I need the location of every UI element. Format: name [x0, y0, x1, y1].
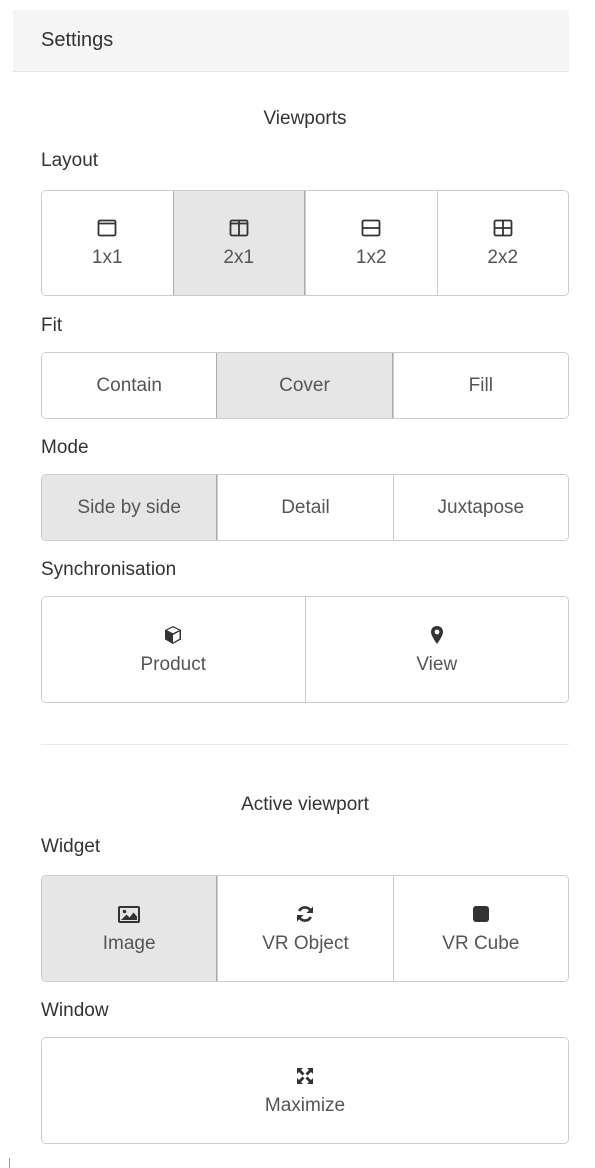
fit-label: Fit — [41, 315, 63, 336]
grid-icon — [493, 219, 513, 237]
widget-button-group: Image VR Object VR Cube — [41, 875, 569, 982]
section-divider — [41, 744, 569, 745]
mode-juxtapose-button[interactable]: Juxtapose — [392, 475, 568, 540]
mode-button-group: Side by side Detail Juxtapose — [41, 474, 569, 541]
layout-button-group: 1x1 2x1 1x2 2x2 — [41, 190, 569, 296]
widget-vr-object-label: VR Object — [262, 932, 349, 954]
single-square-icon — [97, 219, 117, 237]
widget-image-label: Image — [102, 932, 156, 954]
expand-icon — [297, 1067, 313, 1084]
sync-view-label: View — [416, 653, 458, 675]
fit-button-group: Contain Cover Fill — [41, 352, 569, 419]
square-icon — [472, 905, 489, 922]
settings-header: Settings — [13, 10, 569, 72]
image-icon — [118, 905, 141, 923]
layout-1x1-label: 1x1 — [91, 247, 123, 268]
synchronisation-label: Synchronisation — [41, 559, 177, 580]
mode-side-by-side-label: Side by side — [77, 496, 181, 518]
widget-image-button[interactable]: Image — [42, 876, 218, 981]
sync-product-button[interactable]: Product — [42, 597, 305, 702]
layout-1x2-button[interactable]: 1x2 — [305, 191, 437, 295]
cube-icon — [165, 625, 182, 644]
fit-cover-button[interactable]: Cover — [216, 353, 393, 418]
active-viewport-section-title: Active viewport — [241, 794, 369, 815]
fit-contain-button[interactable]: Contain — [42, 353, 217, 418]
window-button-group: Maximize — [41, 1037, 569, 1144]
mode-juxtapose-label: Juxtapose — [437, 496, 525, 518]
refresh-icon — [297, 905, 314, 922]
widget-vr-cube-label: VR Cube — [442, 932, 520, 954]
layout-2x1-label: 2x1 — [223, 247, 255, 268]
widget-label: Widget — [41, 836, 101, 857]
layout-1x1-button[interactable]: 1x1 — [42, 191, 173, 295]
sync-product-label: Product — [140, 653, 206, 675]
layout-2x1-button[interactable]: 2x1 — [172, 191, 305, 295]
columns-icon — [229, 219, 249, 237]
layout-1x2-label: 1x2 — [355, 247, 387, 268]
mode-side-by-side-button[interactable]: Side by side — [42, 475, 218, 540]
synchronisation-button-group: Product View — [41, 596, 569, 703]
widget-vr-object-button[interactable]: VR Object — [217, 876, 393, 981]
map-marker-icon — [430, 625, 443, 644]
rows-icon — [361, 219, 381, 237]
fit-fill-label: Fill — [468, 374, 493, 396]
window-label: Window — [41, 1000, 109, 1021]
layout-2x2-label: 2x2 — [487, 247, 519, 268]
fit-contain-label: Contain — [96, 374, 162, 396]
panel-edge-mark — [9, 1158, 10, 1168]
sync-view-button[interactable]: View — [304, 597, 568, 702]
window-maximize-label: Maximize — [264, 1094, 346, 1116]
fit-fill-button[interactable]: Fill — [392, 353, 568, 418]
header-title: Settings — [41, 29, 114, 51]
window-maximize-button[interactable]: Maximize — [42, 1038, 568, 1143]
mode-detail-label: Detail — [281, 496, 330, 518]
layout-label: Layout — [41, 150, 99, 171]
mode-label: Mode — [41, 437, 89, 458]
fit-cover-label: Cover — [279, 374, 330, 396]
widget-vr-cube-button[interactable]: VR Cube — [392, 876, 568, 981]
layout-2x2-button[interactable]: 2x2 — [436, 191, 568, 295]
mode-detail-button[interactable]: Detail — [217, 475, 393, 540]
viewports-section-title: Viewports — [263, 108, 347, 129]
